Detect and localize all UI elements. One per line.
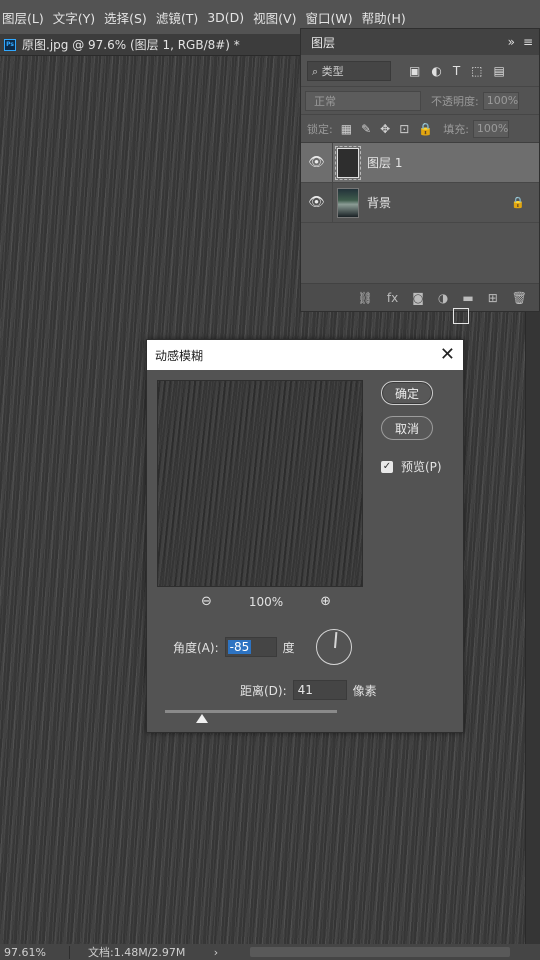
filter-preview[interactable] [157,380,363,587]
layer-thumbnail [335,145,361,180]
lock-row: 锁定: ▦ ✎ ✥ ⊡ 🔒 填充: 100% [301,115,539,143]
angle-value: -85 [227,640,252,654]
lock-label: 锁定: [307,122,333,136]
zoom-out-icon[interactable]: ⊖ [201,594,212,609]
lock-all-icon[interactable]: 🔒 [418,122,433,136]
layer-name: 图层 1 [367,156,403,170]
distance-input[interactable]: 41 [292,680,347,700]
dialog-titlebar[interactable]: 动感模糊 ✕ [147,340,463,370]
filter-kind-select[interactable]: ⌕ 类型 [307,60,391,81]
lock-position-icon[interactable]: ✥ [380,122,390,136]
photoshop-file-icon: Ps [4,38,16,51]
blend-row: 正常 不透明度: 100% [301,87,539,115]
add-mask-icon[interactable]: ◙ [412,291,424,305]
menu-help[interactable]: 帮助(H) [362,8,406,27]
lock-transparent-icon[interactable]: ▦ [341,122,352,136]
layers-panel-footer: ⛓ fx ◙ ◑ ▬ ⊞ 🗑 [301,283,539,311]
panel-menu-icon[interactable]: ≡ [523,35,533,49]
eye-icon[interactable]: 👁 [301,183,333,222]
layer-name: 背景 [367,196,392,210]
filter-icons: ▣ ◐ T ⬚ ▤ [409,64,505,78]
dialog-title: 动感模糊 [155,348,204,363]
preview-checkbox-row[interactable]: ✓ 预览(P) [381,458,442,475]
zoom-level: 100% [248,594,284,609]
status-zoom[interactable]: 97.61% [0,945,70,959]
menu-type[interactable]: 文字(Y) [53,8,95,27]
menu-select[interactable]: 选择(S) [104,8,147,27]
layer-row-layer1[interactable]: 👁 图层 1 [301,143,539,183]
opacity-label: 不透明度: [431,94,479,108]
layer-filter-row: ⌕ 类型 ▣ ◐ T ⬚ ▤ [301,55,539,87]
document-tab[interactable]: Ps 原图.jpg @ 97.6% (图层 1, RGB/8#) * [0,34,302,56]
angle-input[interactable]: -85 [224,637,277,657]
preview-label: 预览(P) [401,460,442,474]
preview-checkbox[interactable]: ✓ [381,460,393,473]
cancel-button[interactable]: 取消 [381,416,433,440]
angle-unit: 度 [282,640,295,655]
menu-window[interactable]: 窗口(W) [305,8,352,27]
distance-slider-track[interactable] [165,710,337,713]
layers-panel-header: 图层 » ≡ [301,29,539,55]
motion-blur-dialog: 动感模糊 ✕ 确定 取消 ✓ 预览(P) ⊖ 100% ⊕ 角度(A): -85… [146,339,464,733]
close-icon[interactable]: ✕ [440,346,455,364]
angle-dial[interactable] [316,629,352,665]
angle-label: 角度(A): [173,640,219,655]
pixel-filter-icon[interactable]: ▣ [409,64,420,78]
preview-zoom-row: ⊖ 100% ⊕ [201,594,331,609]
status-doc-info: 文档:1.48M/2.97M [88,946,186,959]
layers-panel-title[interactable]: 图层 [311,34,335,51]
type-filter-icon[interactable]: T [453,64,460,78]
blend-mode-select[interactable]: 正常 [305,90,421,111]
lock-paint-icon[interactable]: ✎ [361,122,371,136]
adjustment-filter-icon[interactable]: ◐ [431,64,441,78]
eye-icon[interactable]: 👁 [301,143,333,182]
delete-layer-icon[interactable]: 🗑 [512,291,527,305]
angle-row: 角度(A): -85 度 [173,637,295,657]
zoom-in-icon[interactable]: ⊕ [320,594,331,609]
document-tab-title: 原图.jpg @ 97.6% (图层 1, RGB/8#) * [22,38,240,52]
new-layer-icon[interactable]: ⊞ [488,291,498,305]
angle-dial-needle [334,631,337,649]
status-bar: 97.61% 文档:1.48M/2.97M › [0,944,540,960]
fill-field[interactable]: 100% [472,119,509,138]
layers-panel: 图层 » ≡ ⌕ 类型 ▣ ◐ T ⬚ ▤ 正常 不透明度: 100% 锁定: … [300,28,540,312]
collapse-panel-icon[interactable]: » [508,35,515,49]
panel-header-icons: » ≡ [508,35,533,49]
distance-slider-thumb[interactable] [196,714,208,723]
horizontal-scrollbar[interactable] [250,947,510,957]
layer-thumbnail [337,187,359,218]
shape-filter-icon[interactable]: ⬚ [471,64,482,78]
menu-view[interactable]: 视图(V) [253,8,296,27]
link-layers-icon[interactable]: ⛓ [358,291,373,305]
fill-label: 填充: [443,122,469,136]
menu-layer[interactable]: 图层(L) [2,8,44,27]
distance-row: 距离(D): 41 像素 [240,680,377,700]
opacity-field[interactable]: 100% [482,91,519,110]
lock-icons: ▦ ✎ ✥ ⊡ 🔒 [341,122,433,136]
adjustment-layer-icon[interactable]: ◑ [438,291,448,305]
lock-icon: 🔒 [511,196,525,209]
status-menu-arrow-icon[interactable]: › [208,946,224,959]
lock-artboard-icon[interactable]: ⊡ [399,122,409,136]
distance-unit: 像素 [352,683,377,698]
menu-filter[interactable]: 滤镜(T) [156,8,198,27]
layer-row-background[interactable]: 👁 背景 🔒 [301,183,539,223]
ok-button[interactable]: 确定 [381,381,433,405]
menu-3d[interactable]: 3D(D) [207,10,244,25]
smart-object-filter-icon[interactable]: ▤ [494,64,505,78]
new-group-icon[interactable]: ▬ [462,291,473,305]
layer-style-icon[interactable]: fx [387,291,398,305]
panel-toggle-icon[interactable] [453,308,469,324]
distance-label: 距离(D): [240,683,287,698]
